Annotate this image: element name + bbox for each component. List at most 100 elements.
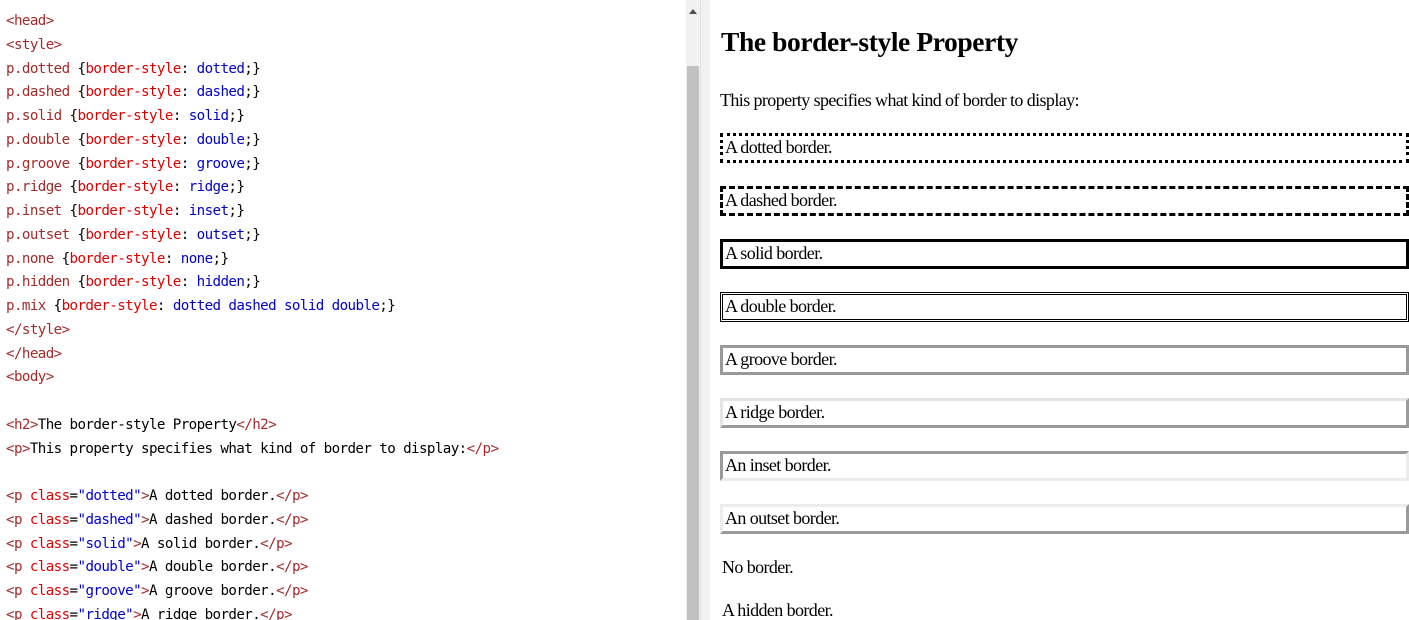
- scrollbar-thumb[interactable]: [687, 66, 699, 620]
- code-token: ;}: [228, 108, 245, 124]
- code-token: "groove": [77, 583, 142, 599]
- code-token: dashed: [196, 84, 245, 101]
- code-token: {: [69, 179, 79, 196]
- code-token: "dashed": [77, 511, 142, 528]
- code-token: outset: [196, 226, 245, 243]
- code-line[interactable]: <p class="groove">A groove border.</p>: [6, 579, 308, 603]
- code-line[interactable]: p.mix {border-style: dotted dashed solid…: [6, 294, 396, 318]
- code-token: :: [180, 131, 197, 148]
- code-token: solid: [188, 108, 229, 124]
- code-token: dotted: [196, 60, 245, 77]
- code-token: A dashed border.: [149, 511, 277, 528]
- code-line[interactable]: <p class="solid">A solid border.</p>: [6, 532, 293, 556]
- result-preview: The border-style Property This property …: [710, 0, 1409, 620]
- code-token: ;}: [228, 203, 245, 219]
- code-token: {: [69, 203, 79, 219]
- code-line[interactable]: p.ridge {border-style: ridge;}: [6, 175, 245, 199]
- code-line[interactable]: p.dashed {border-style: dashed;}: [6, 80, 261, 104]
- code-token: dotted dashed solid double: [172, 298, 380, 314]
- code-token: border-style: [77, 203, 174, 219]
- code-token: A solid border.: [141, 535, 261, 552]
- code-token: ;}: [244, 274, 261, 291]
- code-token: none: [180, 250, 213, 267]
- code-line[interactable]: p.dotted {border-style: dotted;}: [6, 57, 261, 81]
- code-token: :: [180, 155, 197, 172]
- code-token: ;}: [244, 84, 261, 101]
- code-line[interactable]: <body>: [6, 365, 54, 389]
- code-token: <h2>: [6, 416, 38, 433]
- code-token: :: [180, 84, 197, 101]
- code-token: {: [61, 250, 71, 267]
- ridge-border-paragraph: A ridge border.: [720, 398, 1409, 428]
- code-token: {: [69, 108, 79, 124]
- dashed-border-paragraph: A dashed border.: [720, 186, 1409, 216]
- code-token: "solid": [77, 535, 134, 552]
- code-line[interactable]: </style>: [6, 318, 70, 342]
- code-token: <p: [6, 583, 30, 599]
- code-token: </h2>: [236, 416, 277, 433]
- code-editor[interactable]: <head> <style> p.dotted {border-style: dot…: [0, 0, 686, 620]
- code-token: ;}: [244, 155, 261, 172]
- code-line[interactable]: <p class="dotted">A dotted border.</p>: [6, 484, 308, 508]
- code-token: A dotted border.: [149, 488, 277, 504]
- code-token: p.none: [6, 250, 62, 267]
- code-line[interactable]: <h2>The border-style Property</h2>: [6, 413, 277, 437]
- code-token: A groove border.: [149, 583, 277, 599]
- code-token: :: [180, 60, 197, 77]
- code-token: ;}: [379, 298, 396, 314]
- code-token: ridge: [188, 179, 229, 196]
- code-token: border-style: [77, 108, 174, 124]
- code-token: =: [69, 583, 79, 599]
- scroll-up-arrow-icon[interactable]: [686, 0, 700, 22]
- code-token: <p: [6, 535, 30, 552]
- code-token: </p>: [260, 606, 292, 620]
- editor-scrollbar[interactable]: [686, 0, 700, 620]
- code-token: >: [133, 606, 142, 620]
- code-line[interactable]: <style>: [6, 33, 62, 57]
- groove-border-paragraph: A groove border.: [720, 345, 1409, 375]
- code-token: =: [69, 606, 79, 620]
- code-token: border-style: [85, 60, 181, 77]
- code-line[interactable]: p.outset {border-style: outset;}: [6, 223, 261, 247]
- code-line[interactable]: p.hidden {border-style: hidden;}: [6, 270, 261, 294]
- code-token: class: [29, 606, 70, 620]
- code-line[interactable]: <p class="dashed">A dashed border.</p>: [6, 508, 308, 532]
- code-token: border-style: [85, 131, 181, 148]
- code-token: :: [180, 274, 197, 291]
- pane-divider[interactable]: [700, 0, 710, 620]
- code-token: >: [141, 511, 150, 528]
- code-line[interactable]: p.double {border-style: double;}: [6, 128, 261, 152]
- code-line[interactable]: p.groove {border-style: groove;}: [6, 152, 261, 176]
- code-token: p.dotted: [6, 60, 78, 77]
- code-token: p.ridge: [6, 179, 70, 196]
- code-token: border-style: [77, 179, 174, 196]
- code-token: >: [133, 535, 142, 552]
- code-line[interactable]: p.none {border-style: none;}: [6, 247, 229, 271]
- code-token: <head>: [6, 13, 54, 29]
- code-token: <p>: [6, 440, 30, 457]
- code-line[interactable]: p.inset {border-style: inset;}: [6, 199, 245, 223]
- code-token: <p: [6, 559, 30, 576]
- code-token: p.inset: [6, 203, 70, 219]
- code-token: ;}: [244, 226, 261, 243]
- solid-border-paragraph: A solid border.: [720, 239, 1409, 269]
- code-token: border-style: [85, 274, 181, 291]
- code-line[interactable]: p.solid {border-style: solid;}: [6, 104, 245, 128]
- code-token: :: [156, 298, 173, 314]
- code-token: class: [29, 559, 70, 576]
- code-line[interactable]: <p>This property specifies what kind of …: [6, 437, 499, 461]
- code-line[interactable]: <head>: [6, 9, 54, 33]
- code-token: >: [141, 488, 150, 504]
- no-border-paragraph: No border.: [722, 557, 794, 577]
- code-line[interactable]: <p class="ridge">A ridge border.</p>: [6, 603, 293, 620]
- code-line[interactable]: </head>: [6, 342, 62, 366]
- code-token: p.outset: [6, 226, 78, 243]
- code-token: p.mix: [6, 298, 54, 314]
- code-token: :: [172, 108, 189, 124]
- code-line[interactable]: <p class="double">A double border.</p>: [6, 555, 308, 579]
- code-token: border-style: [85, 155, 181, 172]
- code-token: class: [29, 488, 70, 504]
- code-token: </style>: [6, 321, 70, 338]
- code-token: class: [29, 535, 70, 552]
- code-token: A double border.: [149, 559, 277, 576]
